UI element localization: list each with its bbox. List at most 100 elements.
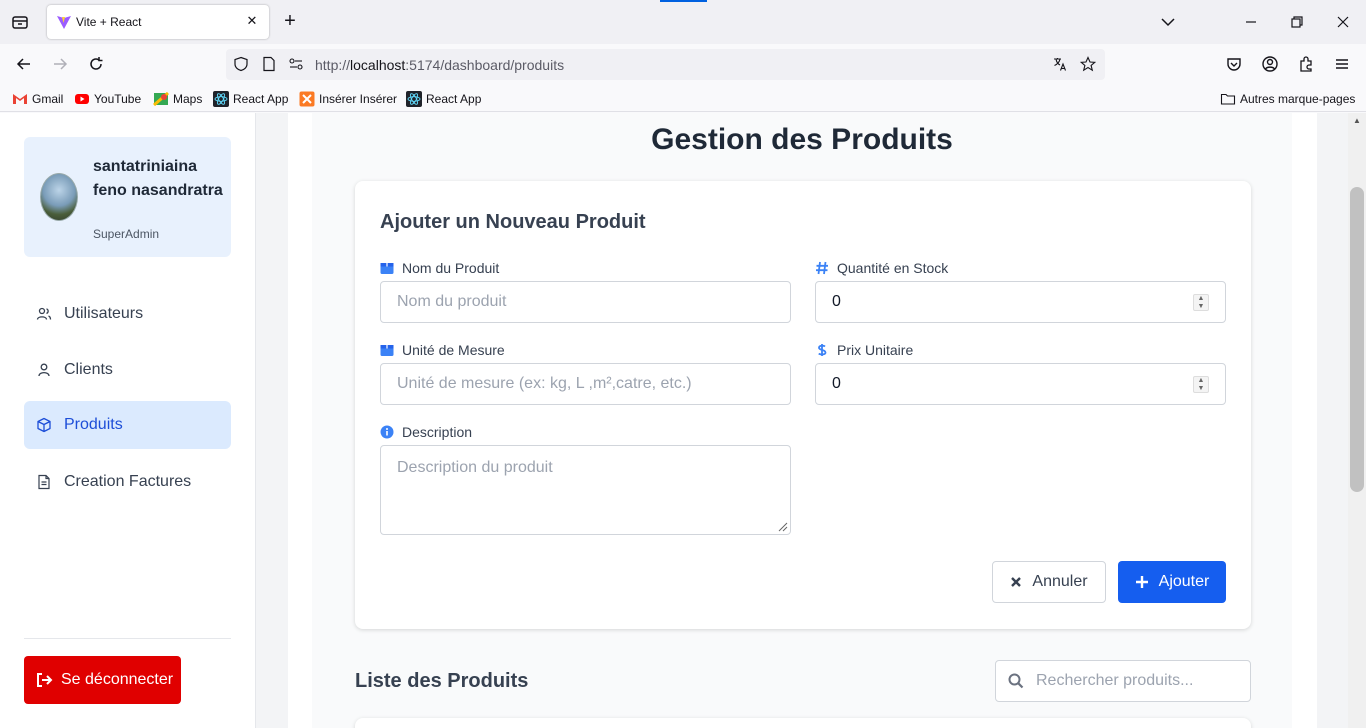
other-bookmarks-label: Autres marque-pages: [1240, 92, 1356, 106]
list-title: Liste des Produits: [355, 670, 529, 692]
vite-icon: [57, 16, 71, 29]
reload-icon[interactable]: [86, 54, 106, 74]
scroll-thumb[interactable]: [1350, 187, 1364, 492]
info-icon: [380, 425, 394, 439]
product-name-input[interactable]: Nom du produit: [380, 281, 791, 323]
user-icon: [38, 363, 50, 377]
star-icon[interactable]: [1080, 56, 1096, 72]
sidebar-item-produits[interactable]: Produits: [24, 401, 231, 449]
account-icon[interactable]: [1260, 54, 1280, 74]
unit-label-text: Unité de Mesure: [402, 342, 505, 358]
content-panel: Gestion des Produits Ajouter un Nouveau …: [312, 113, 1292, 728]
close-tab-icon[interactable]: ✕: [244, 13, 260, 29]
description-textarea[interactable]: Description du produit: [380, 445, 791, 535]
translate-icon[interactable]: [1052, 56, 1068, 72]
pocket-icon[interactable]: [1224, 54, 1244, 74]
bookmark-label: React App: [233, 92, 289, 106]
bookmark-label: YouTube: [94, 92, 142, 106]
menu-icon[interactable]: [1332, 54, 1352, 74]
bookmark-react-app[interactable]: React App: [213, 90, 288, 108]
bookmark-inserer[interactable]: Insérer Insérer: [299, 90, 397, 108]
main-content: Gestion des Produits Ajouter un Nouveau …: [288, 113, 1317, 728]
minimize-icon[interactable]: [1241, 12, 1261, 32]
user-name: santatriniaina feno nasandratra: [93, 158, 223, 199]
plus-icon: [1135, 576, 1148, 588]
sidebar-item-creation-factures[interactable]: Creation Factures: [24, 458, 231, 506]
user-card: santatriniaina feno nasandratra SuperAdm…: [24, 137, 231, 257]
description-placeholder: Description du produit: [397, 459, 553, 476]
scroll-up-arrow[interactable]: ▲: [1352, 117, 1362, 125]
cancel-label: Annuler: [1032, 573, 1088, 590]
box-icon: [380, 263, 394, 274]
price-input[interactable]: 0 ▲ ▼: [815, 363, 1226, 405]
app-page: santatriniaina feno nasandratra SuperAdm…: [0, 113, 1366, 728]
resize-handle-icon[interactable]: [776, 520, 788, 532]
avatar: [40, 173, 78, 221]
chevron-down-icon[interactable]: [1158, 12, 1178, 32]
search-placeholder: Rechercher produits...: [1036, 672, 1194, 689]
bookmark-label: React App: [426, 92, 482, 106]
page-icon[interactable]: [261, 56, 277, 72]
bookmark-gmail[interactable]: Gmail: [12, 90, 63, 108]
box-icon: [380, 345, 394, 356]
react-icon: [213, 91, 229, 107]
folder-icon: [1220, 93, 1236, 105]
bookmark-react-app-2[interactable]: React App: [406, 90, 481, 108]
url-text[interactable]: http://localhost:5174/dashboard/produits: [315, 57, 564, 73]
forward-icon[interactable]: [50, 54, 70, 74]
add-label: Ajouter: [1158, 573, 1210, 590]
users-icon: [36, 307, 52, 320]
sidebar-item-label: Clients: [64, 361, 113, 378]
sidebar-item-label: Creation Factures: [64, 473, 192, 490]
sidebar-item-label: Produits: [64, 416, 123, 433]
search-input[interactable]: Rechercher produits...: [995, 660, 1251, 702]
permissions-icon[interactable]: [288, 56, 304, 72]
new-tab-button[interactable]: +: [281, 11, 299, 31]
logout-button[interactable]: Se déconnecter: [24, 656, 181, 704]
unit-input[interactable]: Unité de mesure (ex: kg, L ,m²,catre, et…: [380, 363, 791, 405]
price-stepper[interactable]: ▲ ▼: [1193, 376, 1209, 393]
restore-icon[interactable]: [1287, 12, 1307, 32]
shield-icon[interactable]: [233, 56, 249, 72]
xampp-icon: [299, 91, 315, 107]
add-button[interactable]: Ajouter: [1118, 561, 1226, 603]
close-icon: [1011, 577, 1022, 587]
quantity-stepper[interactable]: ▲ ▼: [1193, 294, 1209, 311]
browser-tabbar: Vite + React ✕ +: [0, 0, 1366, 44]
maps-icon: [153, 91, 169, 107]
browser-navbar: http://localhost:5174/dashboard/produits: [0, 44, 1366, 84]
page-scrollbar[interactable]: ▲: [1348, 113, 1366, 728]
extensions-icon[interactable]: [1296, 54, 1316, 74]
hashtag-icon: [816, 261, 828, 275]
close-window-icon[interactable]: [1333, 12, 1353, 32]
other-bookmarks[interactable]: Autres marque-pages: [1220, 90, 1355, 108]
tab-list-icon[interactable]: [10, 12, 30, 32]
search-icon: [1008, 673, 1024, 689]
bookmark-label: Gmail: [32, 92, 64, 106]
bookmark-label: Maps: [173, 92, 203, 106]
bookmark-youtube[interactable]: YouTube: [74, 90, 141, 108]
price-value: 0: [832, 375, 841, 392]
sidebar-item-clients[interactable]: Clients: [24, 346, 231, 394]
sign-out-icon: [37, 673, 53, 687]
url-bar[interactable]: http://localhost:5174/dashboard/produits: [226, 49, 1105, 80]
quantity-label-text: Quantité en Stock: [837, 260, 949, 276]
bookmark-maps[interactable]: Maps: [153, 90, 202, 108]
cancel-button[interactable]: Annuler: [992, 561, 1106, 603]
quantity-label: Quantité en Stock: [815, 260, 948, 276]
sidebar: santatriniaina feno nasandratra SuperAdm…: [0, 113, 256, 728]
sidebar-item-utilisateurs[interactable]: Utilisateurs: [24, 290, 231, 338]
tab-indicator: [660, 0, 707, 2]
logout-label: Se déconnecter: [61, 671, 174, 688]
name-label-text: Nom du Produit: [402, 260, 500, 276]
price-label: Prix Unitaire: [815, 342, 913, 358]
browser-tab[interactable]: Vite + React ✕: [47, 5, 269, 39]
page-title: Gestion des Produits: [651, 123, 953, 156]
product-form: Ajouter un Nouveau Produit Nom du Produi…: [355, 181, 1251, 629]
quantity-input[interactable]: 0 ▲ ▼: [815, 281, 1226, 323]
unit-placeholder: Unité de mesure (ex: kg, L ,m²,catre, et…: [397, 375, 692, 392]
product-list: [355, 718, 1251, 728]
product-name-placeholder: Nom du produit: [397, 293, 507, 310]
form-title: Ajouter un Nouveau Produit: [380, 211, 646, 233]
back-icon[interactable]: [14, 54, 34, 74]
